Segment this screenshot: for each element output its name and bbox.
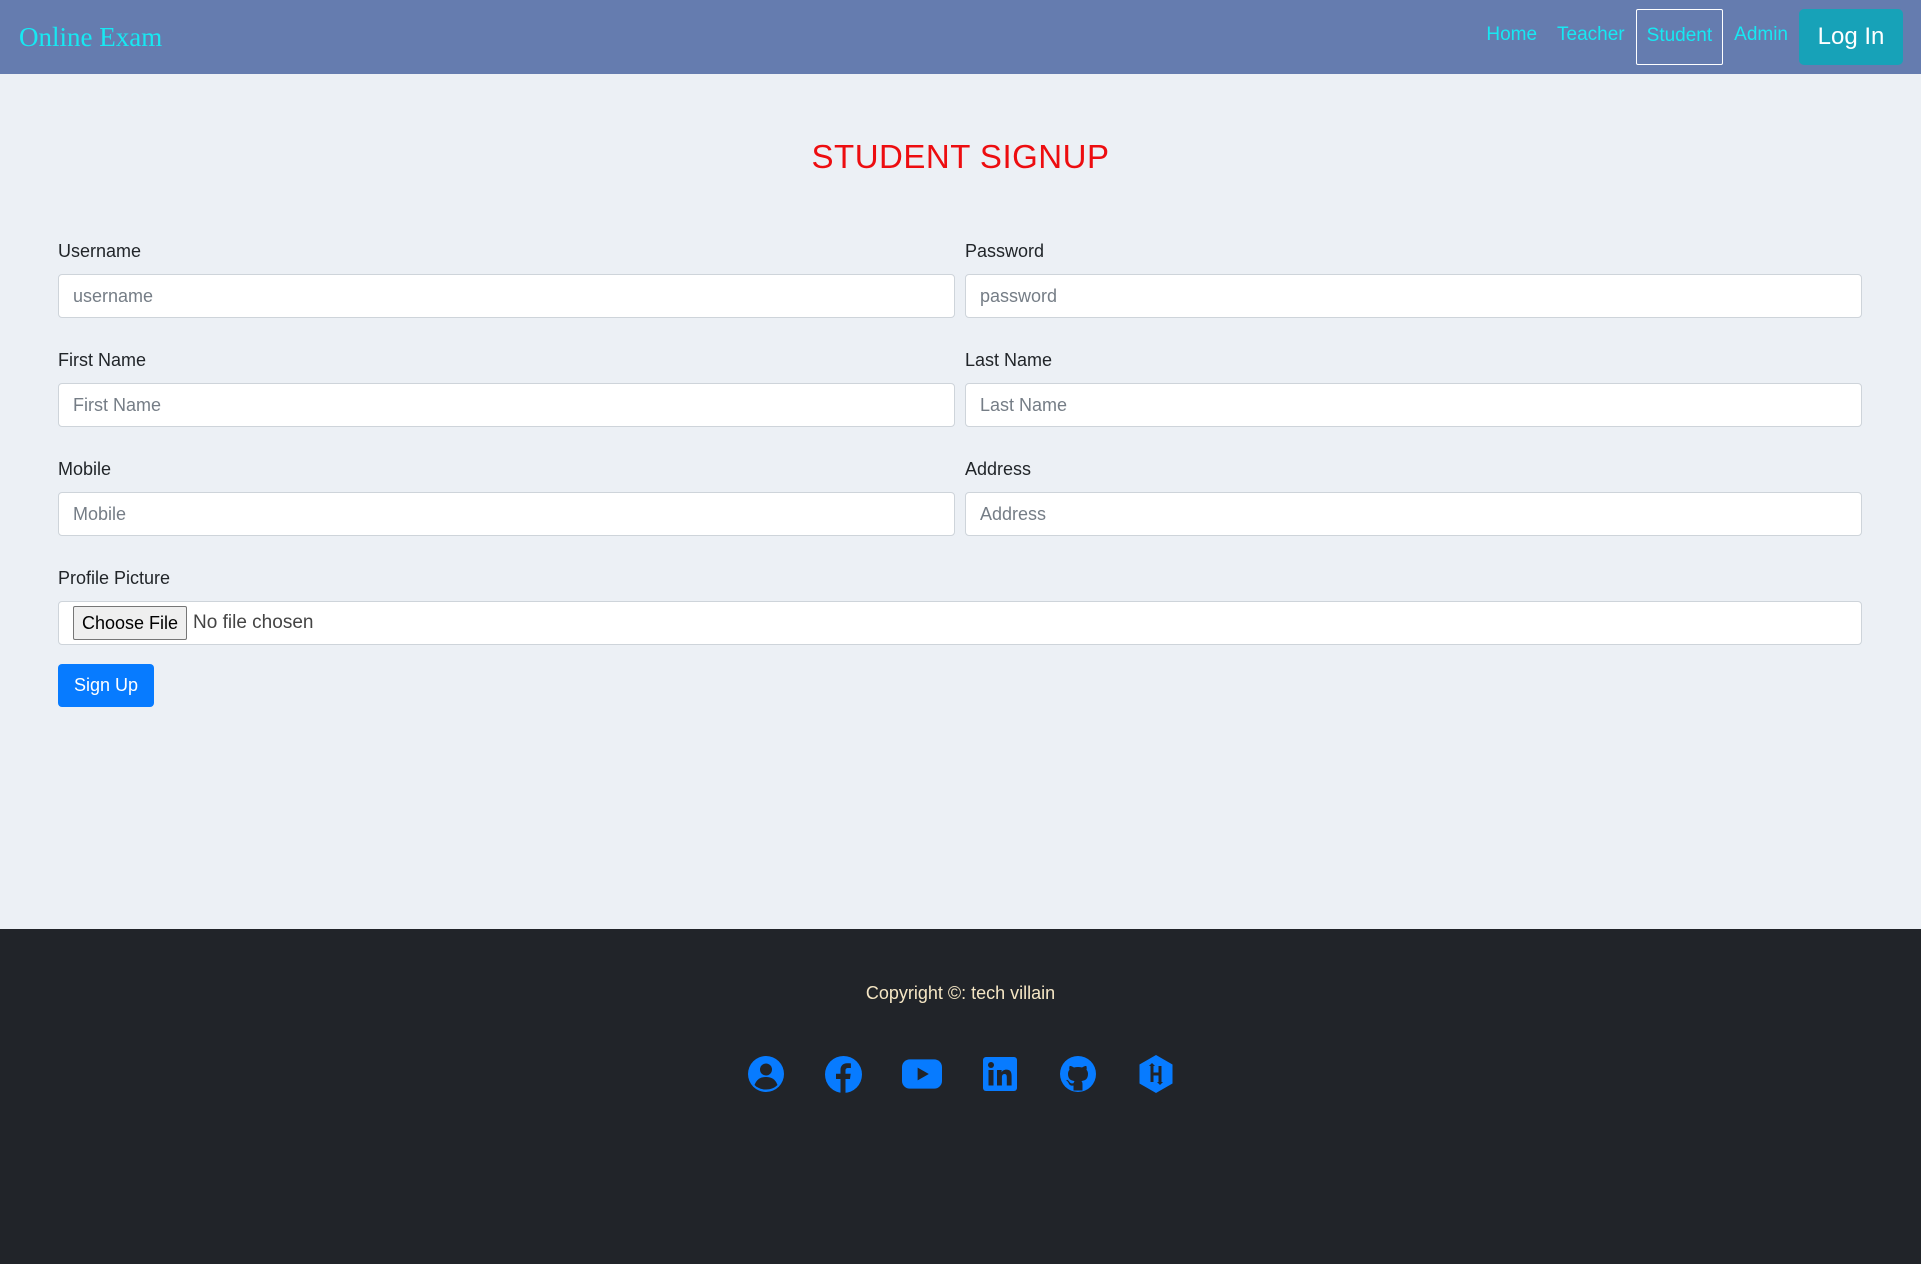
signup-form: Username username Password password Firs… bbox=[58, 238, 1862, 707]
address-input[interactable]: Address bbox=[965, 492, 1862, 536]
address-label: Address bbox=[965, 459, 1032, 479]
username-label: Username bbox=[58, 241, 142, 261]
youtube-icon[interactable] bbox=[901, 1054, 942, 1094]
nav-link-home[interactable]: Home bbox=[1476, 9, 1547, 65]
password-label: Password bbox=[965, 241, 1045, 261]
copyright-text: Copyright ©: tech villain bbox=[865, 983, 1056, 1003]
nav-link-student[interactable]: Student bbox=[1635, 9, 1724, 65]
linkedin-icon[interactable] bbox=[980, 1054, 1020, 1094]
navbar: Online Exam Home Teacher Student Admin L… bbox=[0, 0, 1921, 74]
hackerrank-icon[interactable] bbox=[1136, 1054, 1176, 1094]
main-content: STUDENT SIGNUP Username username Passwor… bbox=[0, 74, 1921, 929]
login-button[interactable]: Log In bbox=[1799, 9, 1903, 65]
social-links bbox=[0, 1054, 1921, 1094]
first-name-label: First Name bbox=[58, 350, 147, 370]
nav-links: Home Teacher Student Admin Log In bbox=[1476, 0, 1903, 74]
first-name-input[interactable]: First Name bbox=[58, 383, 955, 427]
brand-logo[interactable]: Online Exam bbox=[19, 22, 162, 53]
last-name-label: Last Name bbox=[965, 350, 1053, 370]
nav-link-teacher[interactable]: Teacher bbox=[1547, 9, 1635, 65]
last-name-input[interactable]: Last Name bbox=[965, 383, 1862, 427]
facebook-icon[interactable] bbox=[824, 1054, 864, 1094]
mobile-input[interactable]: Mobile bbox=[58, 492, 955, 536]
page-title: STUDENT SIGNUP bbox=[811, 138, 1110, 175]
sign-up-button[interactable]: Sign Up bbox=[58, 664, 154, 707]
profile-picture-label: Profile Picture bbox=[58, 568, 171, 588]
github-icon[interactable] bbox=[1058, 1054, 1098, 1094]
footer: Copyright ©: tech villain bbox=[0, 929, 1921, 1264]
nav-link-admin[interactable]: Admin bbox=[1724, 9, 1798, 65]
file-status: No file chosen bbox=[193, 612, 314, 633]
profile-picture-input[interactable]: Choose File No file chosen bbox=[58, 601, 1862, 645]
mobile-label: Mobile bbox=[58, 459, 112, 479]
username-input[interactable]: username bbox=[58, 274, 955, 318]
password-input[interactable]: password bbox=[965, 274, 1862, 318]
user-circle-icon[interactable] bbox=[746, 1054, 786, 1094]
choose-file-button[interactable]: Choose File bbox=[73, 606, 188, 640]
